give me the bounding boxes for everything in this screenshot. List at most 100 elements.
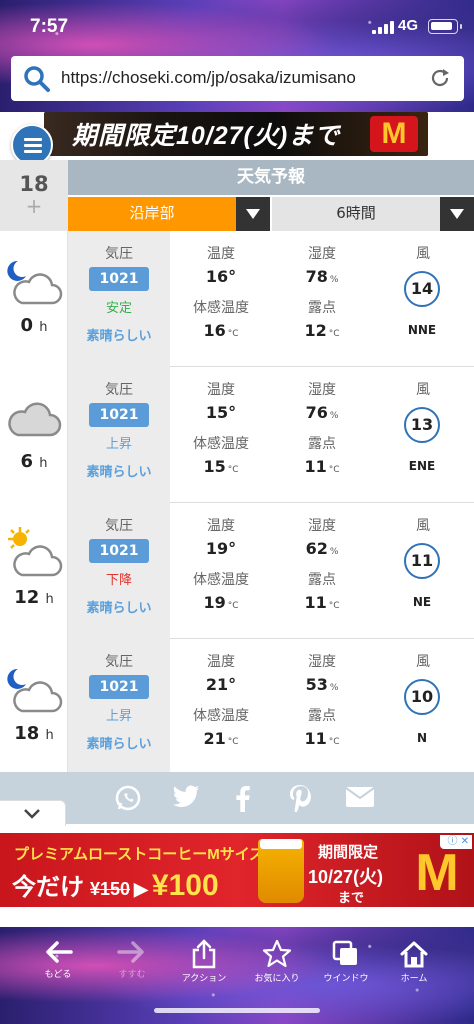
ad-close-icon[interactable]: ⓘ ✕ (440, 835, 472, 849)
temp-value: 21° (205, 675, 237, 694)
search-icon (24, 66, 50, 92)
weather-icon-cell: 12 h (0, 503, 68, 639)
hour-label: 18 h (0, 723, 68, 744)
temp-value: 16° (205, 267, 237, 286)
ad-new-price: ¥100 (151, 869, 219, 902)
feels-value: 16 °C (203, 321, 239, 340)
share-icon (192, 939, 216, 969)
pinterest-icon[interactable] (288, 784, 312, 812)
wind-direction: ENE (408, 459, 436, 473)
twitter-icon[interactable] (172, 784, 200, 810)
bottom-ad-banner[interactable]: プレミアムローストコーヒーMサイズ 今だけ ¥150 ▶ ¥100 期間限定 10/2… (0, 833, 474, 907)
day-cell[interactable]: 18 + (0, 160, 68, 231)
pressure-value: 1021 (89, 539, 149, 563)
pressure-value: 1021 (89, 675, 149, 699)
forecast-row: 12 h 気圧 1021 下降 素晴らしい 温度 19° 体感温度 19 °C 湿度 62% 露点 11 °… (0, 503, 474, 639)
hour-unit: h (45, 592, 54, 607)
pressure-value: 1021 (89, 267, 149, 291)
temp-label: 温度 (207, 518, 235, 534)
chevron-down-icon (236, 197, 270, 231)
weather-icon-cell: 6 h (0, 367, 68, 503)
feels-label: 体感温度 (193, 300, 249, 316)
page-title: 天気予報 (68, 160, 474, 195)
back-label: もどる (44, 970, 72, 980)
ad-now-only: 今だけ (12, 874, 84, 901)
fishing-condition: 素晴らしい (86, 601, 152, 616)
plus-icon[interactable]: + (0, 196, 68, 216)
bookmark-label: お気に入り (254, 974, 300, 984)
temp-value: 19° (205, 539, 237, 558)
top-ad-text: 期間限定10/27(火)まで (72, 122, 341, 150)
mcdonalds-logo-icon: M (370, 116, 418, 152)
share-bar (0, 772, 474, 824)
chevron-down-icon (24, 809, 40, 819)
feels-label: 体感温度 (193, 708, 249, 724)
wind-label: 風 (416, 382, 430, 398)
ad-old-price: ¥150 (90, 879, 131, 899)
weather-icon-cell: 0 h (0, 231, 68, 367)
action-button[interactable]: アクション (176, 939, 232, 984)
hour-value: 12 (14, 587, 40, 608)
fishing-condition: 素晴らしい (86, 737, 152, 752)
moon-cloud-icon (4, 661, 64, 721)
pressure-cell: 気圧 1021 安定 素晴らしい (68, 231, 170, 367)
reload-icon[interactable] (429, 67, 451, 89)
forecast-row: 18 h 気圧 1021 上昇 素晴らしい 温度 21° 体感温度 21 °C 湿度 53% 露点 11 °… (0, 639, 474, 775)
dewpoint-label: 露点 (308, 572, 336, 588)
interval-dropdown-label: 6時間 (336, 204, 376, 222)
pressure-trend: 下降 (105, 573, 132, 588)
humidity-value: 78% (305, 267, 339, 286)
sun-cloud-icon (4, 525, 64, 585)
windows-button[interactable]: ウインドウ (318, 939, 374, 984)
cloud-icon (4, 389, 64, 449)
battery-cap (460, 24, 462, 29)
windows-label: ウインドウ (323, 974, 369, 984)
bookmark-button[interactable]: お気に入り (249, 939, 305, 984)
area-dropdown-label: 沿岸部 (129, 204, 175, 222)
facebook-icon[interactable] (232, 784, 252, 812)
url-bar[interactable]: https://choseki.com/jp/osaka/izumisano (11, 56, 464, 101)
weather-icon-cell: 18 h (0, 639, 68, 775)
hour-value: 0 (20, 315, 33, 336)
whatsapp-icon[interactable] (114, 784, 142, 812)
hour-value: 18 (14, 723, 40, 744)
hour-label: 6 h (0, 451, 68, 472)
pressure-label: 気圧 (105, 246, 133, 262)
area-dropdown[interactable]: 沿岸部 (68, 195, 270, 231)
hour-label: 0 h (0, 315, 68, 336)
humidity-label: 湿度 (308, 246, 336, 262)
mcdonalds-logo-icon: M (415, 844, 459, 902)
hour-unit: h (39, 320, 48, 335)
arrow-right-icon (117, 941, 144, 963)
top-ad-banner[interactable]: 期間限定10/27(火)まで M (44, 112, 428, 156)
temp-label: 温度 (207, 382, 235, 398)
wind-speed: 14 (404, 271, 440, 307)
wind-direction: NE (412, 595, 432, 609)
humidity-label: 湿度 (308, 518, 336, 534)
home-indicator (154, 1008, 320, 1013)
back-button[interactable]: もどる (30, 939, 86, 980)
wind-speed: 10 (404, 679, 440, 715)
dewpoint-value: 12 °C (304, 321, 340, 340)
humidity-value: 53% (305, 675, 339, 694)
wind-label: 風 (416, 518, 430, 534)
dewpoint-label: 露点 (308, 300, 336, 316)
pressure-cell: 気圧 1021 上昇 素晴らしい (68, 639, 170, 775)
home-button[interactable]: ホーム (386, 939, 442, 984)
dewpoint-value: 11 °C (304, 729, 340, 748)
pressure-trend: 上昇 (105, 437, 132, 452)
dewpoint-label: 露点 (308, 436, 336, 452)
collapse-button[interactable] (0, 800, 66, 826)
mail-icon[interactable] (345, 786, 375, 808)
forward-button[interactable]: すすむ (104, 939, 160, 980)
pressure-value: 1021 (89, 403, 149, 427)
fishing-condition: 素晴らしい (86, 329, 152, 344)
signal-icon (372, 20, 396, 34)
url-text[interactable]: https://choseki.com/jp/osaka/izumisano (61, 68, 356, 88)
wind-speed: 13 (404, 407, 440, 443)
wind-direction: NNE (407, 323, 437, 337)
forecast-row: 0 h 気圧 1021 安定 素晴らしい 温度 16° 体感温度 16 °C 湿度 78% 露点 12 °C… (0, 231, 474, 367)
humidity-label: 湿度 (308, 654, 336, 670)
interval-dropdown[interactable]: 6時間 (270, 195, 474, 231)
pressure-label: 気圧 (105, 654, 133, 670)
